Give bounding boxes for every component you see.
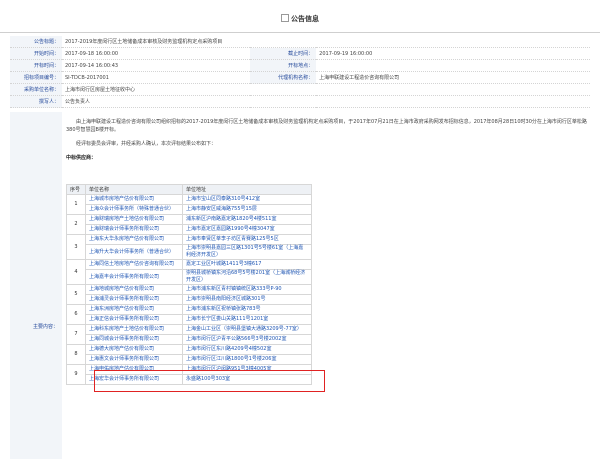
row-number: 4 — [66, 259, 86, 285]
title-divider — [0, 32, 600, 33]
row-number: 8 — [66, 344, 86, 365]
table-row: 4 上海同信土地房地产估价咨询有限公司 嘉定工业区叶城路1411号3幢617 — [66, 259, 312, 285]
meta-key: 开标时间： — [10, 59, 62, 72]
highlight-box — [94, 370, 325, 392]
table-header-row: 序号 单位名称 单位地址 — [66, 184, 312, 195]
unit-address: 浦东新区沪南路嘉定路1820号4楼511室 — [182, 214, 312, 225]
unit-address: 上海市长宁区娄山关路111号1201室 — [182, 314, 312, 325]
meta-value: 2017-09-18 16:00:00 — [62, 47, 251, 60]
table-row: 上海浦灵会计师事务所有限公司 上海市崇明县南阳经济区城路301号 — [67, 294, 312, 305]
unit-name-link[interactable]: 上海同信土地房地产估价咨询有限公司 — [85, 259, 183, 270]
intro-paragraph: 由上海申联建设工程造价咨询有限公司组织招标的2017-2019年度闵行区土地储备… — [66, 119, 587, 133]
column-header-address: 单位地址 — [182, 184, 312, 195]
unit-name-link[interactable]: 上海嘉丰会计师事务所有限公司 — [85, 269, 183, 285]
row-number: 3 — [66, 234, 86, 260]
unit-name-link[interactable]: 上海财瑞房地产土地估价有限公司 — [85, 214, 183, 225]
unit-address: 上海市闵行区沪青平公路566号3号楼2002室 — [182, 334, 312, 345]
header: 公告信息 — [0, 0, 600, 34]
unit-name-link[interactable]: 上海众会计师事务所（特殊普通合伙） — [85, 204, 183, 215]
meta-value: SI-TDCB-2017001 — [62, 71, 251, 84]
meta-key: 开始时间： — [10, 47, 62, 60]
unit-address: 上海市宝山区同泰路310号412室 — [182, 194, 312, 205]
meta-key: 撰写人： — [10, 95, 62, 108]
table-row: 2 上海财瑞房地产土地估价有限公司 浦东新区沪南路嘉定路1820号4楼511室 — [66, 214, 312, 235]
unit-address: 上海市崇明县南阳经济区城路301号 — [182, 294, 312, 305]
meta-value: 2017-2019年度闵行区土地储备成本审核及财务监理机构定点采购项目 — [62, 36, 590, 48]
unit-address: 上海市嘉定区嘉园路1990号4幢3047室 — [182, 224, 312, 235]
table-row: 5 上海地城房地产估价有限公司 上海市浦东新区青村镇镇统区路333号P-90 — [66, 284, 312, 305]
meta-value: 2017-09-19 16:00:00 — [316, 47, 590, 60]
unit-name-link[interactable]: 上海正信会计师事务所有限公司 — [85, 314, 183, 325]
row-number: 7 — [66, 324, 86, 345]
unit-address: 嘉定工业区叶城路1411号3幢617 — [182, 259, 312, 270]
table-row: 上海同城会计师事务所有限公司 上海市闵行区沪青平公路566号3号楼2002室 — [67, 334, 312, 345]
unit-address: 上海市浦东新区青村镇镇统区路333号P-90 — [182, 284, 312, 295]
unit-name-link[interactable]: 上海财瑞会计师事务所有限公司 — [85, 224, 183, 235]
row-number: 6 — [66, 304, 86, 325]
meta-value: 2017-09-14 16:00:43 — [62, 59, 251, 72]
meta-value: 公告负责人 — [62, 95, 590, 108]
unit-name-link[interactable]: 上海城市房地产估价有限公司 — [85, 194, 183, 205]
meta-row: 撰写人： 公告负责人 — [10, 95, 590, 108]
column-header-unit: 单位名称 — [85, 184, 183, 195]
table-row: 上海众会计师事务所（特殊普通合伙） 上海市静安区威海路755号15层 — [67, 204, 312, 215]
table-row: 3 上海东大华永房地产估价有限公司 上海市奉贤区莘李子坊区青赛路125号5区 — [66, 234, 312, 260]
meta-row: 开始时间： 2017-09-18 16:00:00 截止时间： 2017-09-19 … — [10, 47, 590, 60]
winning-suppliers-table: 序号 单位名称 单位地址 1 上海城市房地产估价有限公司 上海市宝山区同泰路310号… — [66, 184, 312, 385]
result-paragraph: 经评标委员会评审，并经采购人确认，本次评标结果公布如下： — [76, 141, 217, 147]
unit-address: 上海市闵行区江川路1800号1号楼206室 — [182, 354, 312, 365]
announcement-body: 由上海申联建设工程造价咨询有限公司组织招标的2017-2019年度闵行区土地储备… — [66, 118, 596, 162]
row-number: 5 — [66, 284, 86, 305]
unit-address: 上海市闵行区东川路4209号4幢502室 — [182, 344, 312, 355]
meta-key: 截止时间： — [250, 47, 317, 60]
row-number: 2 — [66, 214, 86, 235]
unit-name-link[interactable]: 上海东大华永房地产估价有限公司 — [85, 234, 183, 245]
announcement-meta-table: 公告标题： 2017-2019年度闵行区土地储备成本审核及财务监理机构定点采购项目… — [10, 36, 590, 108]
unit-name-link[interactable]: 上海东洲房地产估价有限公司 — [85, 304, 183, 315]
meta-row: 采购单位名称： 上海市闵行区房屋土地征收中心 — [10, 83, 590, 96]
unit-name-link[interactable]: 上海德大房地产估价有限公司 — [85, 344, 183, 355]
unit-name-link[interactable]: 上海同城会计师事务所有限公司 — [85, 334, 183, 345]
unit-address: 上海市静安区威海路755号15层 — [182, 204, 312, 215]
meta-row: 开标时间： 2017-09-14 16:00:43 开标地点： — [10, 59, 590, 72]
unit-name-link[interactable]: 上海科东房地产土地估价有限公司 — [85, 324, 183, 335]
meta-row: 招标项目编号： SI-TDCB-2017001 代理机构名称： 上海申联建设工程造价咨… — [10, 71, 590, 84]
table-row: 1 上海城市房地产估价有限公司 上海市宝山区同泰路310号412室 — [66, 194, 312, 215]
table-row: 上海财瑞会计师事务所有限公司 上海市嘉定区嘉园路1990号4幢3047室 — [67, 224, 312, 235]
unit-address: 上海市奉贤区莘李子坊区青赛路125号5区 — [182, 234, 312, 245]
winning-suppliers-heading: 中标供应商： — [66, 155, 97, 161]
page-title-text: 公告信息 — [291, 15, 319, 23]
table-row: 8 上海德大房地产估价有限公司 上海市闵行区东川路4209号4幢502室 — [66, 344, 312, 365]
main-content-label-cell: 主要内容： — [10, 112, 62, 459]
unit-address: 上海金山工业区（崇明县堡镇大通路3209号-77室） — [182, 324, 312, 335]
meta-value: 上海市闵行区房屋土地征收中心 — [62, 83, 590, 96]
unit-name-link[interactable]: 上海升大华会计师事务所（普通合伙） — [85, 244, 183, 260]
meta-key: 公告标题： — [10, 36, 62, 48]
column-header-number: 序号 — [66, 184, 86, 195]
meta-value — [316, 59, 590, 72]
unit-name-link[interactable]: 上海惠文会计师事务所有限公司 — [85, 354, 183, 365]
meta-key: 招标项目编号： — [10, 71, 62, 84]
unit-address: 上海市崇明县嘉园三区路1301号5号楼61室（上海嘉利经济开发区） — [182, 244, 312, 260]
table-row: 6 上海东洲房地产估价有限公司 上海市浦东新区祝桥镇张路783号 — [66, 304, 312, 325]
meta-key: 采购单位名称： — [10, 83, 62, 96]
unit-address: 崇明县城桥镇东河沿68号5号楼201室（上海城桥经济开发区） — [182, 269, 312, 285]
meta-row: 公告标题： 2017-2019年度闵行区土地储备成本审核及财务监理机构定点采购项目 — [10, 36, 590, 48]
table-row: 上海嘉丰会计师事务所有限公司 崇明县城桥镇东河沿68号5号楼201室（上海城桥经济… — [67, 269, 312, 285]
page-title: 公告信息 — [0, 14, 600, 24]
unit-name-link[interactable]: 上海浦灵会计师事务所有限公司 — [85, 294, 183, 305]
table-row: 上海惠文会计师事务所有限公司 上海市闵行区江川路1800号1号楼206室 — [67, 354, 312, 365]
meta-value: 上海申联建设工程造价咨询有限公司 — [316, 71, 590, 84]
unit-address: 上海市浦东新区祝桥镇张路783号 — [182, 304, 312, 315]
main-content-label: 主要内容： — [32, 324, 58, 330]
table-row: 上海正信会计师事务所有限公司 上海市长宁区娄山关路111号1201室 — [67, 314, 312, 325]
unit-name-link[interactable]: 上海地城房地产估价有限公司 — [85, 284, 183, 295]
meta-key: 代理机构名称： — [250, 71, 317, 84]
row-number: 9 — [66, 364, 86, 385]
document-icon — [281, 14, 289, 22]
row-number: 1 — [66, 194, 86, 215]
table-row: 7 上海科东房地产土地估价有限公司 上海金山工业区（崇明县堡镇大通路3209号-77… — [66, 324, 312, 345]
meta-key: 开标地点： — [250, 59, 317, 72]
table-row: 上海升大华会计师事务所（普通合伙） 上海市崇明县嘉园三区路1301号5号楼61室（… — [67, 244, 312, 260]
